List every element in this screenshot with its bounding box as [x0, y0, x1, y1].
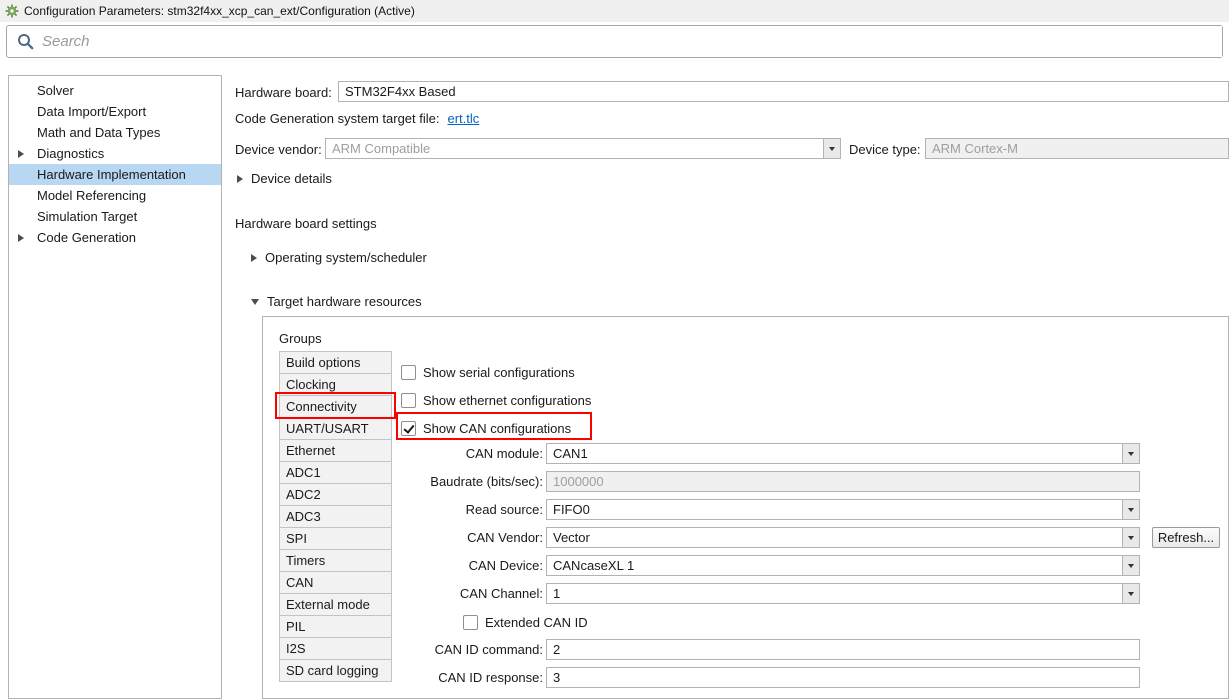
refresh-button[interactable]: Refresh...: [1152, 527, 1220, 548]
sidebar: Solver Data Import/Export Math and Data …: [8, 75, 222, 699]
sidebar-item-model-referencing[interactable]: Model Referencing: [9, 185, 221, 206]
sidebar-item-math-and-data-types[interactable]: Math and Data Types: [9, 122, 221, 143]
chevron-down-icon: [829, 147, 835, 151]
can-channel-combobox[interactable]: 1: [546, 583, 1140, 604]
can-channel-label: CAN Channel:: [393, 586, 543, 601]
dropdown-button[interactable]: [1122, 500, 1139, 519]
groups-title: Groups: [279, 331, 322, 346]
target-resources-toggle[interactable]: Target hardware resources: [251, 294, 422, 309]
dropdown-button[interactable]: [1122, 556, 1139, 575]
window-title: Configuration Parameters: stm32f4xx_xcp_…: [24, 4, 415, 18]
can-id-response-field[interactable]: 3: [546, 667, 1140, 688]
chevron-down-icon: [1128, 592, 1134, 596]
triangle-right-icon[interactable]: [237, 175, 243, 183]
extended-can-id-checkbox[interactable]: [463, 615, 478, 630]
device-type-field[interactable]: ARM Cortex-M: [925, 138, 1229, 159]
show-ethernet-configurations-checkbox[interactable]: [401, 393, 416, 408]
dropdown-button[interactable]: [1122, 584, 1139, 603]
group-row-connectivity[interactable]: Connectivity: [280, 396, 391, 418]
group-row-build-options[interactable]: Build options: [280, 352, 391, 374]
sidebar-item-data-import-export[interactable]: Data Import/Export: [9, 101, 221, 122]
device-vendor-label: Device vendor:: [235, 142, 322, 157]
chevron-down-icon: [1128, 452, 1134, 456]
can-vendor-label: CAN Vendor:: [393, 530, 543, 545]
can-module-label: CAN module:: [393, 446, 543, 461]
groups-list: Build options Clocking Connectivity UART…: [279, 351, 392, 682]
can-id-response-label: CAN ID response:: [393, 670, 543, 685]
sidebar-item-diagnostics[interactable]: Diagnostics: [9, 143, 221, 164]
target-hardware-resources-panel: Groups Build options Clocking Connectivi…: [262, 316, 1229, 699]
target-file-row: Code Generation system target file: ert.…: [235, 111, 479, 126]
can-module-combobox[interactable]: CAN1: [546, 443, 1140, 464]
app-gear-icon: [5, 4, 19, 18]
read-source-label: Read source:: [393, 502, 543, 517]
os-scheduler-toggle[interactable]: Operating system/scheduler: [251, 250, 427, 265]
dropdown-button[interactable]: [823, 139, 840, 158]
sidebar-item-code-generation[interactable]: Code Generation: [9, 227, 221, 248]
expand-arrow-icon[interactable]: [18, 150, 24, 158]
show-can-configurations-row: Show CAN configurations: [401, 417, 571, 439]
group-row-adc3[interactable]: ADC3: [280, 506, 391, 528]
dropdown-button[interactable]: [1122, 528, 1139, 547]
hardware-board-combobox[interactable]: STM32F4xx Based: [338, 81, 1229, 102]
search-input[interactable]: [42, 26, 1222, 57]
sidebar-item-solver[interactable]: Solver: [9, 80, 221, 101]
device-vendor-combobox[interactable]: ARM Compatible: [325, 138, 841, 159]
board-settings-title: Hardware board settings: [235, 216, 377, 231]
sidebar-item-simulation-target[interactable]: Simulation Target: [9, 206, 221, 227]
can-device-label: CAN Device:: [393, 558, 543, 573]
group-row-sd-card-logging[interactable]: SD card logging: [280, 660, 391, 682]
can-vendor-combobox[interactable]: Vector: [546, 527, 1140, 548]
show-ethernet-configurations-row: Show ethernet configurations: [401, 389, 591, 411]
chevron-down-icon: [1128, 508, 1134, 512]
group-row-external-mode[interactable]: External mode: [280, 594, 391, 616]
group-row-spi[interactable]: SPI: [280, 528, 391, 550]
window-titlebar: Configuration Parameters: stm32f4xx_xcp_…: [0, 0, 1229, 22]
chevron-down-icon: [1128, 564, 1134, 568]
group-row-i2s[interactable]: I2S: [280, 638, 391, 660]
triangle-right-icon[interactable]: [251, 254, 257, 262]
group-row-adc1[interactable]: ADC1: [280, 462, 391, 484]
expand-arrow-icon[interactable]: [18, 234, 24, 242]
can-id-command-label: CAN ID command:: [393, 642, 543, 657]
group-row-uart-usart[interactable]: UART/USART: [280, 418, 391, 440]
can-id-command-field[interactable]: 2: [546, 639, 1140, 660]
device-details-toggle[interactable]: Device details: [237, 171, 332, 186]
group-row-adc2[interactable]: ADC2: [280, 484, 391, 506]
show-serial-configurations-row: Show serial configurations: [401, 361, 575, 383]
extended-can-id-row: Extended CAN ID: [463, 611, 588, 633]
show-can-configurations-checkbox[interactable]: [401, 421, 416, 436]
group-row-pil[interactable]: PIL: [280, 616, 391, 638]
group-row-clocking[interactable]: Clocking: [280, 374, 391, 396]
configuration-parameters-window: Configuration Parameters: stm32f4xx_xcp_…: [0, 0, 1229, 699]
search-icon: [17, 33, 34, 50]
sidebar-item-hardware-implementation[interactable]: Hardware Implementation: [9, 164, 221, 185]
chevron-down-icon: [1128, 536, 1134, 540]
hardware-board-label: Hardware board:: [235, 85, 332, 100]
group-row-timers[interactable]: Timers: [280, 550, 391, 572]
target-file-label: Code Generation system target file:: [235, 111, 440, 126]
can-device-combobox[interactable]: CANcaseXL 1: [546, 555, 1140, 576]
target-file-link[interactable]: ert.tlc: [448, 111, 480, 126]
search-bar[interactable]: [6, 25, 1223, 58]
group-row-ethernet[interactable]: Ethernet: [280, 440, 391, 462]
dropdown-button[interactable]: [1122, 444, 1139, 463]
baudrate-label: Baudrate (bits/sec):: [393, 474, 543, 489]
device-type-label: Device type:: [849, 142, 921, 157]
read-source-combobox[interactable]: FIFO0: [546, 499, 1140, 520]
group-row-can[interactable]: CAN: [280, 572, 391, 594]
show-serial-configurations-checkbox[interactable]: [401, 365, 416, 380]
baudrate-field[interactable]: 1000000: [546, 471, 1140, 492]
triangle-down-icon[interactable]: [251, 299, 259, 305]
